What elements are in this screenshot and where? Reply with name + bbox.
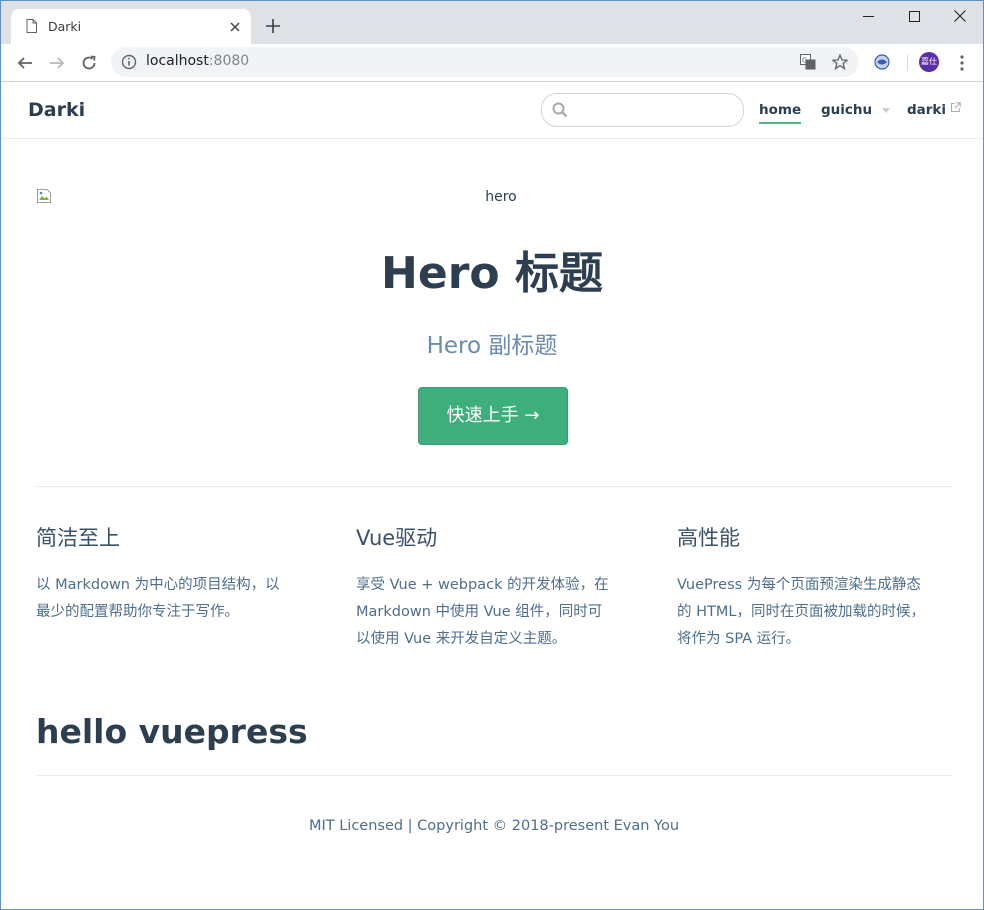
site-name-link[interactable]: Darki — [28, 99, 85, 121]
hero-image-alt: hero — [485, 189, 517, 205]
page-content: Darki home guichu darki hero Hero 标题 Her… — [1, 82, 983, 909]
url-host: localhost — [146, 53, 209, 69]
nav-link-darki[interactable]: darki — [907, 102, 961, 118]
close-window-icon[interactable] — [937, 1, 983, 31]
feature-details: 以 Markdown 为中心的项目结构，以 最少的配置帮助你专注于写作。 — [36, 572, 321, 626]
tab-title: Darki — [48, 19, 82, 34]
bookmark-star-icon[interactable] — [831, 53, 849, 71]
feature-details-line: 享受 Vue + webpack 的开发体验，在 — [356, 577, 609, 593]
close-tab-icon[interactable] — [225, 17, 245, 37]
hero-image: hero — [36, 188, 966, 208]
content-heading: hello vuepress — [36, 712, 308, 751]
feature-title: 简洁至上 — [36, 526, 120, 550]
feature-details-line: 以 Markdown 为中心的项目结构，以 — [36, 577, 280, 593]
search-box[interactable] — [541, 93, 744, 127]
reload-icon[interactable] — [77, 51, 101, 75]
extension-icon[interactable] — [871, 51, 893, 73]
nav-dropdown-guichu[interactable]: guichu — [821, 102, 891, 118]
caret-down-icon — [882, 107, 891, 113]
hero-title: Hero 标题 — [381, 248, 603, 299]
feature-details-line: VuePress 为每个页面预渲染生成静态 — [677, 577, 921, 593]
feature-card: Vue驱动 享受 Vue + webpack 的开发体验，在 Markdown 中… — [356, 522, 641, 653]
nav-dropdown-label: guichu — [821, 102, 873, 118]
forward-icon[interactable] — [45, 51, 69, 75]
search-icon — [552, 102, 568, 118]
feature-title: Vue驱动 — [356, 526, 438, 550]
divider — [36, 775, 952, 776]
divider — [36, 486, 952, 487]
tab-strip: Darki — [1, 1, 983, 44]
feature-details: 享受 Vue + webpack 的开发体验，在 Markdown 中使用 Vue… — [356, 572, 641, 653]
menu-kebab-icon[interactable] — [950, 51, 974, 75]
toolbar-divider — [907, 55, 908, 71]
profile-avatar[interactable]: 嘉仕 — [919, 52, 939, 72]
footer-text: MIT Licensed | Copyright © 2018-present … — [308, 818, 680, 834]
feature-details-line: 最少的配置帮助你专注于写作。 — [36, 604, 239, 620]
maximize-icon[interactable] — [891, 1, 937, 31]
back-icon[interactable] — [13, 51, 37, 75]
browser-window: Darki localhost:8080 G 嘉仕 Darki home gui… — [0, 0, 984, 910]
address-bar[interactable]: localhost:8080 G — [111, 47, 859, 77]
url-port: :8080 — [208, 53, 250, 69]
feature-details-line: 的 HTML，同时在页面被加载的时候， — [677, 604, 925, 620]
feature-details-line: Markdown 中使用 Vue 组件，同时可 — [356, 604, 603, 620]
svg-text:G: G — [802, 57, 807, 65]
feature-details-line: 以使用 Vue 来开发自定义主题。 — [356, 631, 567, 647]
search-input[interactable] — [572, 100, 736, 122]
feature-title: 高性能 — [677, 526, 740, 550]
nav-link-home[interactable]: home — [759, 102, 802, 124]
browser-tab[interactable]: Darki — [11, 9, 251, 44]
translate-icon[interactable]: G — [799, 53, 817, 71]
feature-card: 高性能 VuePress 为每个页面预渲染生成静态的 HTML，同时在页面被加载… — [677, 522, 962, 653]
minimize-icon[interactable] — [845, 1, 891, 31]
get-started-button[interactable]: 快速上手 → — [418, 387, 568, 445]
site-navbar: Darki home guichu darki — [1, 82, 983, 139]
feature-details-line: 将作为 SPA 运行。 — [677, 631, 801, 647]
browser-toolbar: localhost:8080 G 嘉仕 — [1, 44, 983, 82]
external-link-icon — [951, 102, 961, 112]
url-text: localhost:8080 — [146, 53, 249, 69]
feature-details: VuePress 为每个页面预渲染生成静态的 HTML，同时在页面被加载的时候，… — [677, 572, 962, 653]
nav-link-label: darki — [907, 102, 947, 118]
site-info-icon[interactable] — [121, 54, 137, 70]
hero-subtitle: Hero 副标题 — [426, 333, 558, 359]
new-tab-icon[interactable] — [263, 16, 283, 36]
feature-card: 简洁至上 以 Markdown 为中心的项目结构，以 最少的配置帮助你专注于写作。 — [36, 522, 321, 626]
page-icon — [26, 19, 37, 33]
